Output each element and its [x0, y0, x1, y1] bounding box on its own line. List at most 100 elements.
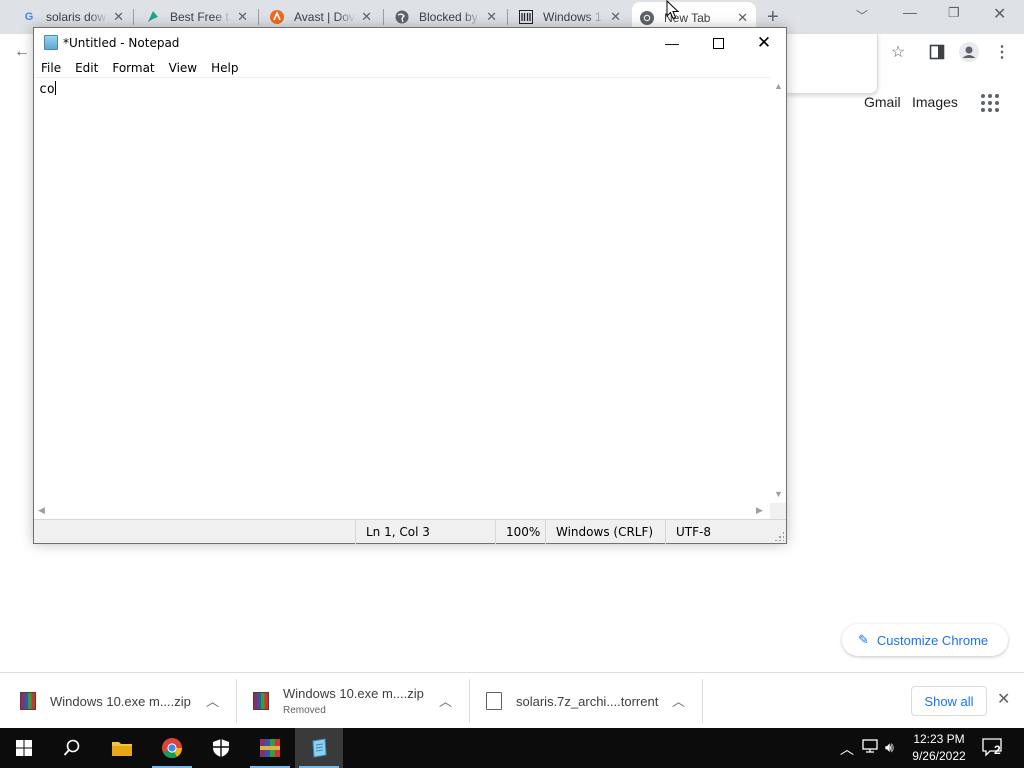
clock-date: 9/26/2022 — [912, 749, 966, 763]
tab-separator — [258, 9, 259, 25]
divider — [469, 679, 470, 723]
scroll-left-arrow-icon[interactable]: ◀ — [38, 505, 45, 516]
download-filename: solaris.7z_archi....torrent — [516, 693, 659, 709]
show-all-button[interactable]: Show all — [911, 686, 987, 716]
network-icon[interactable] — [862, 739, 878, 756]
notification-count-badge: 2 — [994, 743, 1001, 757]
close-button[interactable]: ✕ — [741, 28, 787, 58]
divider — [236, 679, 237, 723]
back-arrow-icon[interactable]: ← — [10, 40, 34, 64]
customize-chrome-button[interactable]: ✎ Customize Chrome — [842, 624, 1008, 656]
notepad-icon — [312, 738, 327, 758]
start-button[interactable] — [0, 728, 48, 768]
chevron-up-icon[interactable]: ︿ — [206, 691, 219, 710]
scroll-down-arrow-icon[interactable]: ▼ — [774, 489, 783, 499]
google-g-icon: G — [24, 11, 34, 23]
notepad-menubar: File Edit Format View Help — [34, 58, 786, 77]
winrar-taskbar-button[interactable] — [246, 728, 294, 768]
volume-icon[interactable]: 🔊︎ — [885, 739, 894, 756]
menu-help[interactable]: Help — [204, 61, 245, 75]
encoding: UTF-8 — [665, 520, 786, 544]
minimize-icon[interactable]: — — [903, 4, 917, 20]
download-filename: Windows 10.exe m....zip — [283, 686, 424, 701]
close-icon[interactable]: ✕ — [997, 689, 1010, 709]
side-panel-icon[interactable] — [925, 40, 949, 64]
restore-icon[interactable]: ❐ — [948, 5, 960, 21]
menu-edit[interactable]: Edit — [68, 61, 105, 75]
close-tab-icon[interactable]: ✕ — [361, 9, 372, 25]
google-apps-icon[interactable] — [981, 94, 999, 112]
download-status: Removed — [283, 705, 326, 716]
images-link[interactable]: Images — [912, 94, 958, 110]
globe-icon — [395, 10, 409, 24]
profile-avatar-icon[interactable] — [957, 40, 981, 64]
notepad-window: *Untitled - Notepad — ✕ File Edit Format… — [33, 27, 787, 544]
tab-separator — [133, 9, 134, 25]
download-item[interactable]: solaris.7z_archi....torrent — [486, 673, 658, 729]
file-icon — [486, 692, 502, 710]
notepad-title: *Untitled - Notepad — [63, 36, 180, 50]
cursor-position: Ln 1, Col 3 — [355, 520, 495, 544]
text-caret — [54, 81, 56, 95]
scroll-up-arrow-icon[interactable]: ▲ — [774, 81, 783, 91]
scroll-right-arrow-icon[interactable]: ▶ — [756, 505, 763, 516]
chrome-logo-icon — [640, 11, 654, 25]
tab-title: solaris dow — [46, 10, 107, 24]
zoom-level: 100% — [495, 520, 545, 544]
search-icon — [63, 739, 80, 756]
line-endings: Windows (CRLF) — [545, 520, 665, 544]
download-item[interactable]: Windows 10.exe m....zip Removed — [253, 673, 424, 729]
close-tab-icon[interactable]: ✕ — [610, 9, 621, 25]
customize-chrome-label: Customize Chrome — [876, 632, 989, 648]
notepad-icon — [44, 35, 58, 50]
minimize-button[interactable]: — — [649, 28, 695, 58]
winrar-icon — [253, 692, 269, 710]
tab-title: Best Free t — [170, 10, 229, 24]
security-button[interactable] — [197, 728, 245, 768]
horizontal-scrollbar[interactable]: ◀ ▶ — [34, 503, 770, 519]
chrome-taskbar-button[interactable] — [148, 728, 196, 768]
kebab-menu-icon[interactable]: ⋮ — [990, 40, 1014, 64]
omnibox-dropdown — [786, 34, 878, 94]
bird-logo-icon — [146, 10, 160, 24]
chevron-up-icon[interactable]: ︿ — [672, 691, 685, 710]
notepad-taskbar-button[interactable] — [295, 728, 343, 768]
winrar-icon — [260, 739, 280, 757]
close-tab-icon[interactable]: ✕ — [237, 9, 248, 25]
tab-title: Avast | Dov — [294, 10, 355, 24]
gmail-link[interactable]: Gmail — [864, 94, 901, 110]
file-explorer-button[interactable] — [98, 728, 146, 768]
new-tab-button[interactable]: + — [767, 6, 779, 29]
bookmark-star-icon[interactable]: ☆ — [886, 40, 910, 64]
windows-taskbar: ︿ 🔊︎ 12:23 PM 9/26/2022 2 — [0, 728, 1024, 768]
download-item[interactable]: Windows 10.exe m....zip — [20, 673, 191, 729]
tab-title: Blocked by — [419, 10, 478, 24]
vertical-scrollbar[interactable]: ▲ ▼ — [770, 77, 786, 503]
library-icon — [519, 10, 533, 24]
winrar-icon — [20, 692, 36, 710]
divider — [702, 679, 703, 723]
chrome-logo-icon — [162, 738, 183, 759]
taskbar-clock[interactable]: 12:23 PM 9/26/2022 — [906, 731, 972, 765]
chevron-up-icon[interactable]: ︿ — [439, 691, 452, 710]
mouse-cursor-icon — [666, 0, 680, 20]
close-tab-icon[interactable]: ✕ — [486, 9, 497, 25]
scrollbar-corner — [770, 503, 786, 519]
tab-title: Windows 1 — [543, 10, 602, 24]
tab-search-icon[interactable]: ﹀ — [856, 7, 868, 24]
close-window-icon[interactable]: ✕ — [993, 4, 1006, 24]
clock-time: 12:23 PM — [913, 732, 965, 746]
notepad-titlebar[interactable]: *Untitled - Notepad — ✕ — [34, 28, 786, 58]
search-button[interactable] — [48, 728, 96, 768]
avast-logo-icon — [270, 10, 284, 24]
maximize-button[interactable] — [695, 28, 741, 58]
menu-format[interactable]: Format — [105, 61, 161, 75]
download-shelf: Windows 10.exe m....zip ︿ Windows 10.exe… — [0, 672, 1024, 728]
notepad-text-area[interactable]: co — [34, 77, 770, 503]
menu-view[interactable]: View — [162, 61, 204, 75]
pencil-icon: ✎ — [858, 632, 869, 647]
close-tab-icon[interactable]: ✕ — [113, 9, 124, 25]
close-tab-icon[interactable]: ✕ — [737, 10, 748, 26]
chevron-up-icon[interactable]: ︿ — [840, 739, 854, 759]
menu-file[interactable]: File — [34, 61, 68, 75]
